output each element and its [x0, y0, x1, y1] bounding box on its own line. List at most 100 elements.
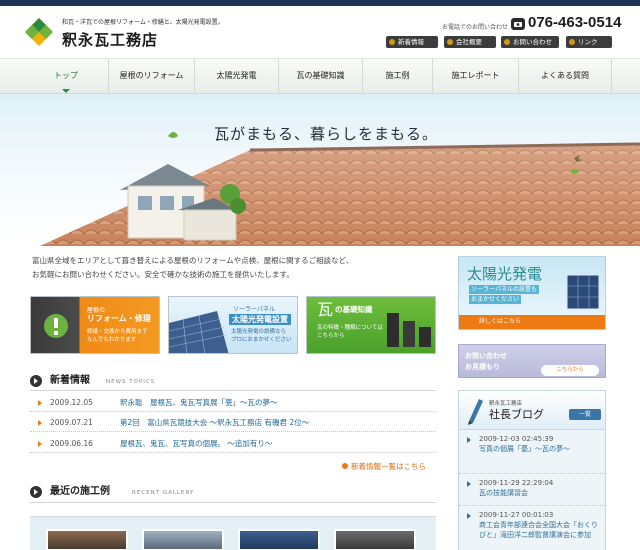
solar-detail-button[interactable]: 詳しくはこちら [459, 315, 605, 329]
arrow-icon [38, 441, 42, 447]
hero-tagline: 瓦がまもる、暮らしをまもる。 [214, 125, 439, 143]
util-bullet-icon [569, 39, 575, 45]
news-date: 2009.12.05 [50, 398, 93, 407]
intro-line: お気軽にお問い合わせください。安全で確かな技術の施工を提供いたします。 [32, 270, 294, 279]
blog-date: 2009-11-27 00:01:03 [479, 511, 554, 519]
blog-entry-title[interactable]: 瓦の技能講習会 [479, 488, 601, 498]
nav-item-solar[interactable]: 太陽光発電 [194, 59, 278, 93]
gallery-thumb[interactable] [238, 529, 320, 550]
nav-item-top[interactable]: トップ [24, 59, 108, 93]
top-bar [0, 0, 640, 6]
arrow-icon [467, 437, 471, 443]
divider [30, 390, 436, 391]
service-reform-title: リフォーム・修理 [87, 314, 151, 323]
solar-title: 太陽光発電 [467, 265, 543, 283]
section-bullet-icon [30, 486, 42, 498]
blog-list-button[interactable]: 一覧 [569, 409, 601, 420]
service-banner-basics[interactable]: 瓦 の基礎知識 瓦の特徴・種類については こちらから [306, 296, 436, 354]
pen-icon [468, 399, 483, 425]
header-tagline: 和瓦・洋瓦での屋根リフォーム・修繕と、太陽光発電設置。 [62, 19, 224, 26]
hero-roof-illustration [40, 132, 640, 246]
contact-line1: お問い合わせ [465, 352, 507, 360]
blog-date: 2009-11-29 22:29:04 [479, 479, 554, 487]
page: 和瓦・洋瓦での屋根リフォーム・修繕と、太陽光発電設置。 釈永瓦工務店 お電話での… [0, 0, 640, 550]
nav-item-roof-reform[interactable]: 屋根のリフォーム [108, 59, 194, 93]
util-link-links[interactable]: リンク [566, 36, 612, 48]
news-subheading: NEWS TOPICS [106, 379, 156, 385]
blog-entry-title[interactable]: 商工会青年部連合会全国大会「おくりびと」滝田洋二郎監督講演会に参加 [479, 520, 601, 540]
solar-subtitle: ソーラーパネルの設置も [469, 285, 539, 294]
sidebar-contact-banner[interactable]: お問い合わせ お見積もり こちらから [458, 344, 606, 378]
arrow-icon [38, 400, 42, 406]
gallery-thumb[interactable] [142, 529, 224, 550]
sidebar-solar-banner[interactable]: 太陽光発電 ソーラーパネルの設置も おまかせください 詳しくはこちら [458, 256, 606, 330]
leaf-icon [168, 132, 178, 138]
intro-text: 富山県全域をエリアとして葺き替えによる屋根のリフォームや点検、屋根に関するご相談… [32, 254, 432, 282]
nav-item-basics[interactable]: 瓦の基礎知識 [278, 59, 362, 93]
service-reform-line: なんでもわかります [87, 337, 137, 343]
service-banner-solar[interactable]: ソーラーパネル 太陽光発電設置 太陽光発電の設備なら プロにおまかせください [168, 296, 298, 354]
warning-icon [44, 314, 68, 338]
service-basics-line: 瓦の特徴・種類については [317, 325, 383, 331]
service-solar-title: 太陽光発電設置 [229, 314, 291, 325]
util-bullet-icon [447, 39, 453, 45]
news-heading: 新着情報 [30, 373, 90, 389]
service-solar-small: ソーラーパネル [233, 306, 275, 313]
divider [30, 502, 436, 503]
solar-subtitle2: おまかせください [469, 295, 522, 304]
service-reform-line: 修繕・交換から費用まで [87, 329, 148, 335]
news-date: 2009.06.16 [50, 439, 93, 448]
blog-entry[interactable]: 2009-12-03 02:45:39 写真の個展「甍」～瓦の夢～ [459, 434, 605, 474]
blog-entry[interactable]: 2009-11-29 22:29:04 瓦の技能講習会 [459, 478, 605, 506]
service-basics-line: こちらから [317, 333, 345, 339]
blog-date: 2009-12-03 02:45:39 [479, 435, 554, 443]
news-item[interactable]: 2009.12.05 釈永聡 屋根瓦、鬼瓦写真展「甍」～瓦の夢～ [30, 394, 436, 412]
phone-label: お電話でのお問い合わせ [442, 24, 509, 31]
util-bullet-icon [389, 39, 395, 45]
news-item[interactable]: 2009.06.16 屋根瓦、鬼瓦、瓦写真の個展。 ～追加有り～ [30, 435, 436, 453]
service-solar-line: プロにおまかせください [231, 337, 292, 343]
gallery-subheading: RECENT GALLERY [132, 490, 195, 496]
service-basics-kanji: 瓦 [317, 300, 334, 319]
blog-entry-title[interactable]: 写真の個展「甍」～瓦の夢～ [479, 444, 601, 454]
contact-button[interactable]: こちらから [541, 365, 599, 376]
gallery-thumb[interactable] [334, 529, 416, 550]
util-link-contact[interactable]: お問い合わせ [501, 36, 559, 48]
news-more-link[interactable]: 新着情報一覧はこちら [342, 461, 426, 472]
news-item[interactable]: 2009.07.21 第2回 富山県瓦競技大会 ～釈永瓦工務店 有磯君 2位～ [30, 414, 436, 432]
nav-item-gallery[interactable]: 施工例 [362, 59, 432, 93]
news-title[interactable]: 第2回 富山県瓦競技大会 ～釈永瓦工務店 有磯君 2位～ [120, 414, 309, 431]
nav-item-report[interactable]: 施工レポート [432, 59, 518, 93]
gallery-thumb[interactable] [46, 529, 128, 550]
arrow-icon [38, 420, 42, 426]
section-bullet-icon [30, 375, 42, 387]
blog-title: 社長ブログ [489, 408, 544, 421]
service-banner-reform[interactable]: 屋根の リフォーム・修理 修繕・交換から費用まで なんでもわかります [30, 296, 160, 354]
service-solar-line: 太陽光発電の設備なら [231, 329, 287, 335]
util-link-news[interactable]: 新着情報 [386, 36, 438, 48]
roof-tile-icon [387, 313, 431, 347]
solar-panel-icon [566, 274, 600, 310]
blog-entry[interactable]: 2009-11-27 00:01:03 商工会青年部連合会全国大会「おくりびと」… [459, 510, 605, 550]
nav-item-faq[interactable]: よくある質問 [518, 59, 612, 93]
news-title[interactable]: 釈永聡 屋根瓦、鬼瓦写真展「甍」～瓦の夢～ [120, 394, 278, 411]
contact-line2: お見積もり [465, 363, 500, 371]
intro-line: 富山県全域をエリアとして葺き替えによる屋根のリフォームや点検、屋根に関するご相談… [32, 256, 354, 265]
hero-banner: 瓦がまもる、暮らしをまもる。 [0, 94, 640, 246]
phone-number[interactable]: 076-463-0514 [528, 14, 621, 31]
util-link-company[interactable]: 会社概要 [444, 36, 496, 48]
company-name[interactable]: 釈永瓦工務店 [62, 29, 158, 50]
util-bullet-icon [504, 39, 510, 45]
arrow-icon [467, 513, 471, 519]
gallery-strip [30, 516, 436, 550]
service-basics-title: の基礎知識 [335, 305, 373, 314]
news-date: 2009.07.21 [50, 418, 93, 427]
gallery-heading: 最近の施工例 [30, 484, 110, 500]
phone-icon [511, 18, 525, 30]
news-title[interactable]: 屋根瓦、鬼瓦、瓦写真の個展。 ～追加有り～ [120, 435, 272, 452]
blog-header: 釈永瓦工務店 社長ブログ 一覧 [458, 390, 606, 430]
logo-mark-icon[interactable] [24, 17, 54, 47]
global-nav: トップ 屋根のリフォーム 太陽光発電 瓦の基礎知識 施工例 施工レポート よくあ… [0, 58, 640, 94]
blog-entries: 2009-12-03 02:45:39 写真の個展「甍」～瓦の夢～ 2009-1… [458, 430, 606, 550]
arrow-icon [467, 481, 471, 487]
